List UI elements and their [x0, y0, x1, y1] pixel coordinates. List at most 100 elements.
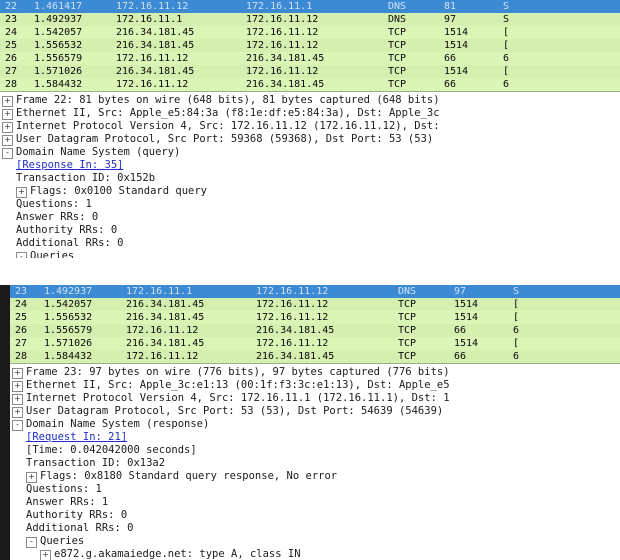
detail-row[interactable]: + User Datagram Protocol, Src Port: 59368… [0, 133, 620, 146]
detail-row[interactable]: - Domain Name System (response) [10, 418, 620, 431]
packet-row[interactable]: 25 1.556532 216.34.181.45 172.16.11.12 TCP 15… [0, 39, 620, 52]
detail-row[interactable]: [Request In: 21] [10, 431, 620, 444]
packet-row[interactable]: 23 1.492937 172.16.11.1 172.16.11.12 DNS 97 S [0, 13, 620, 26]
packet-info-cell: [ [503, 66, 510, 77]
detail-row[interactable]: Authority RRs: 0 [10, 509, 620, 522]
packet-row[interactable]: 28 1.584432 172.16.11.12 216.34.181.45 TCP 66… [0, 78, 620, 91]
detail-text: Ethernet II, Src: Apple_e5:84:3a (f8:1e:… [16, 107, 440, 119]
detail-row[interactable]: + Flags: 0x0100 Standard query [0, 185, 620, 198]
packet-proto-cell: TCP [398, 325, 417, 336]
detail-row[interactable]: Additional RRs: 0 [0, 237, 620, 250]
expand-icon[interactable]: + [2, 96, 13, 107]
collapse-icon[interactable]: - [26, 537, 37, 548]
packet-len-cell: 97 [444, 14, 457, 25]
packet-row[interactable]: 26 1.556579 172.16.11.12 216.34.181.45 TCP 66… [10, 324, 620, 337]
expand-icon[interactable]: + [2, 135, 13, 146]
packet-row[interactable]: 27 1.571026 216.34.181.45 172.16.11.12 TCP 15… [0, 65, 620, 78]
packet-src-cell: 172.16.11.1 [116, 14, 183, 25]
detail-row[interactable]: + Ethernet II, Src: Apple_e5:84:3a (f8:1e… [0, 107, 620, 120]
detail-row[interactable]: Transaction ID: 0x152b [0, 172, 620, 185]
packet-info-cell: S [513, 286, 520, 297]
detail-row[interactable]: Answer RRs: 1 [10, 496, 620, 509]
packet-details-tree[interactable]: + Frame 22: 81 bytes on wire (648 bits), … [0, 92, 620, 258]
expand-icon[interactable]: + [2, 109, 13, 120]
detail-text: Transaction ID: 0x152b [16, 172, 156, 184]
packet-time-cell: 1.542057 [34, 27, 83, 38]
packet-row[interactable]: 26 1.556579 172.16.11.12 216.34.181.45 TCP 66… [0, 52, 620, 65]
detail-text: Answer RRs: 0 [16, 211, 99, 223]
packet-row[interactable]: 25 1.556532 216.34.181.45 172.16.11.12 TCP 15… [10, 311, 620, 324]
detail-row[interactable]: + Frame 23: 97 bytes on wire (776 bits), … [10, 366, 620, 379]
packet-len-cell: 1514 [454, 312, 479, 323]
detail-row[interactable]: + Flags: 0x8180 Standard query response, … [10, 470, 620, 483]
detail-row[interactable]: [Response In: 35] [0, 159, 620, 172]
collapse-icon[interactable]: - [12, 420, 23, 431]
packet-row[interactable]: 22 1.461417 172.16.11.12 172.16.11.1 DNS 81 S [0, 0, 620, 13]
packet-len-cell: 66 [444, 79, 457, 90]
packet-src-cell: 216.34.181.45 [126, 338, 205, 349]
packet-no-cell: 26 [5, 53, 18, 64]
expand-icon[interactable]: + [12, 381, 23, 392]
packet-list[interactable]: 22 1.461417 172.16.11.12 172.16.11.1 DNS 81 S 2… [0, 0, 620, 92]
packet-no-cell: 26 [15, 325, 28, 336]
detail-row[interactable]: Answer RRs: 0 [0, 211, 620, 224]
expand-icon[interactable]: + [16, 187, 27, 198]
detail-row[interactable]: Authority RRs: 0 [0, 224, 620, 237]
detail-link[interactable]: [Request In: 21] [26, 431, 127, 443]
packet-row[interactable]: 23 1.492937 172.16.11.1 172.16.11.12 DNS 97 S [10, 285, 620, 298]
packet-no-cell: 23 [15, 286, 28, 297]
collapse-icon[interactable]: - [2, 148, 13, 159]
detail-text: Frame 23: 97 bytes on wire (776 bits), 9… [26, 366, 450, 378]
capture-pane-response: 23 1.492937 172.16.11.1 172.16.11.12 DNS 97 S 2… [0, 285, 620, 560]
detail-row[interactable]: + Frame 22: 81 bytes on wire (648 bits), … [0, 94, 620, 107]
expand-icon[interactable]: + [12, 407, 23, 418]
packet-len-cell: 1514 [444, 27, 469, 38]
detail-row[interactable]: Questions: 1 [0, 198, 620, 211]
packet-src-cell: 172.16.11.12 [126, 325, 199, 336]
packet-no-cell: 24 [5, 27, 18, 38]
packet-row[interactable]: 28 1.584432 172.16.11.12 216.34.181.45 TCP 66… [10, 350, 620, 363]
packet-info-cell: [ [503, 40, 510, 51]
detail-text: Answer RRs: 1 [26, 496, 109, 508]
packet-dst-cell: 216.34.181.45 [246, 79, 325, 90]
detail-link[interactable]: [Response In: 35] [16, 159, 123, 171]
detail-row[interactable]: + Internet Protocol Version 4, Src: 172.1… [0, 120, 620, 133]
detail-row[interactable]: + e872.g.akamaiedge.net: type A, class IN [10, 548, 620, 560]
detail-row[interactable]: - Domain Name System (query) [0, 146, 620, 159]
packet-len-cell: 97 [454, 286, 467, 297]
packet-no-cell: 22 [5, 1, 18, 12]
detail-row[interactable]: + User Datagram Protocol, Src Port: 53 (5… [10, 405, 620, 418]
packet-row[interactable]: 24 1.542057 216.34.181.45 172.16.11.12 TCP 15… [0, 26, 620, 39]
detail-row[interactable]: - Queries [10, 535, 620, 548]
detail-text: Ethernet II, Src: Apple_3c:e1:13 (00:1f:… [26, 379, 450, 391]
detail-row[interactable]: - Queries [0, 250, 620, 258]
packet-dst-cell: 172.16.11.12 [256, 338, 329, 349]
detail-row[interactable]: + Internet Protocol Version 4, Src: 172.1… [10, 392, 620, 405]
expand-icon[interactable]: + [2, 122, 13, 133]
detail-row[interactable]: + Ethernet II, Src: Apple_3c:e1:13 (00:1f… [10, 379, 620, 392]
packet-row[interactable]: 27 1.571026 216.34.181.45 172.16.11.12 TCP 15… [10, 337, 620, 350]
packet-no-cell: 27 [15, 338, 28, 349]
packet-src-cell: 172.16.11.12 [116, 79, 189, 90]
detail-row[interactable]: [Time: 0.042042000 seconds] [10, 444, 620, 457]
packet-proto-cell: TCP [388, 53, 407, 64]
packet-time-cell: 1.556532 [44, 312, 93, 323]
packet-no-cell: 24 [15, 299, 28, 310]
detail-row[interactable]: Additional RRs: 0 [10, 522, 620, 535]
detail-row[interactable]: Transaction ID: 0x13a2 [10, 457, 620, 470]
packet-time-cell: 1.542057 [44, 299, 93, 310]
packet-time-cell: 1.461417 [34, 1, 83, 12]
packet-dst-cell: 172.16.11.12 [256, 286, 329, 297]
detail-row[interactable]: Questions: 1 [10, 483, 620, 496]
detail-text: Domain Name System (response) [26, 418, 210, 430]
expand-icon[interactable]: + [26, 472, 37, 483]
expand-icon[interactable]: + [12, 394, 23, 405]
expand-icon[interactable]: + [40, 550, 51, 560]
packet-no-cell: 27 [5, 66, 18, 77]
packet-len-cell: 81 [444, 1, 457, 12]
expand-icon[interactable]: + [12, 368, 23, 379]
packet-info-cell: [ [513, 299, 520, 310]
packet-details-tree[interactable]: + Frame 23: 97 bytes on wire (776 bits), … [10, 364, 620, 560]
packet-row[interactable]: 24 1.542057 216.34.181.45 172.16.11.12 TCP 15… [10, 298, 620, 311]
packet-list[interactable]: 23 1.492937 172.16.11.1 172.16.11.12 DNS 97 S 2… [10, 285, 620, 364]
